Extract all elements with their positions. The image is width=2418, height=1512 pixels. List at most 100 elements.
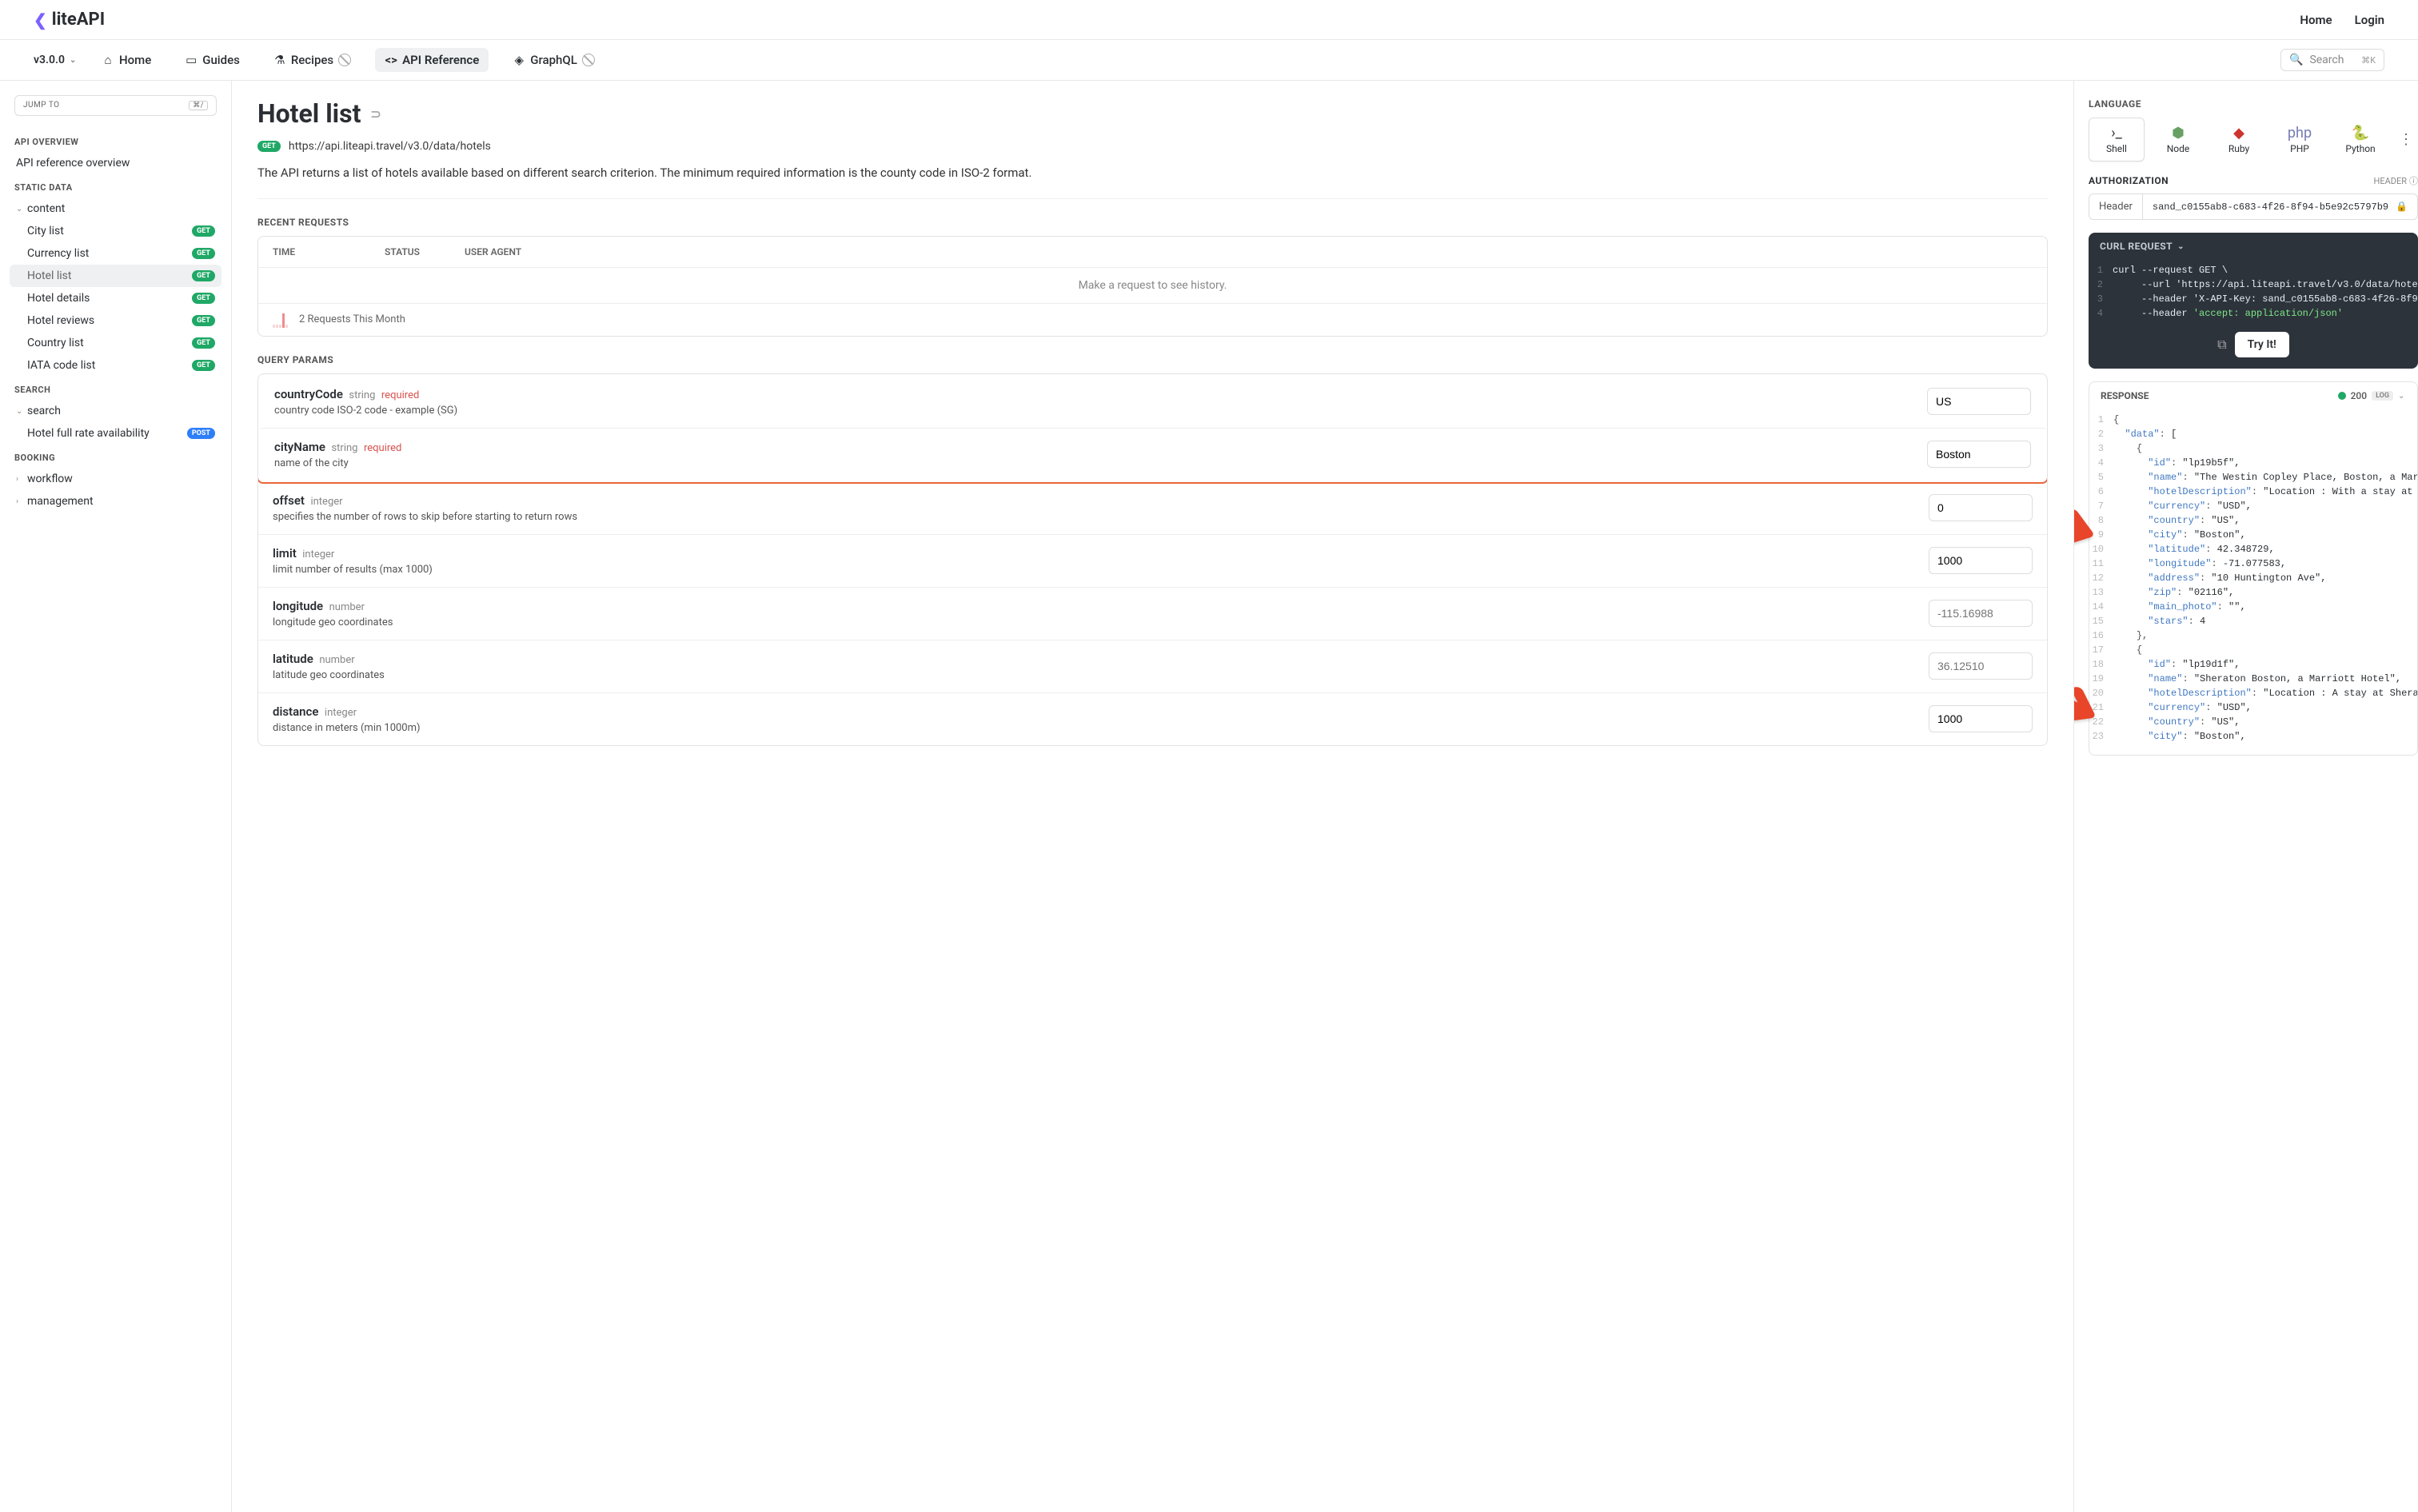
nav-recipes[interactable]: ⚗ Recipes xyxy=(264,48,361,72)
curl-title: CURL REQUEST xyxy=(2100,241,2173,252)
param-input-limit[interactable] xyxy=(1929,547,2033,574)
search-icon: 🔍 xyxy=(2289,54,2303,66)
ruby-icon: ◆ xyxy=(2215,125,2263,142)
param-input-countryCode[interactable] xyxy=(1927,388,2031,415)
sidebar-group-content[interactable]: ⌄ content xyxy=(10,197,221,220)
param-desc: specifies the number of rows to skip bef… xyxy=(273,511,1913,523)
sidebar-group-search[interactable]: ⌄ search xyxy=(10,400,221,422)
sidebar-item-api-overview[interactable]: API reference overview xyxy=(10,152,221,174)
page-title: Hotel list xyxy=(257,98,361,129)
search-input[interactable]: 🔍 Search ⌘K xyxy=(2280,49,2384,71)
endpoint-url: https://api.liteapi.travel/v3.0/data/hot… xyxy=(289,140,491,153)
method-badge: POST xyxy=(187,428,215,439)
nav-api-reference[interactable]: <> API Reference xyxy=(375,48,489,72)
lang-tab-shell[interactable]: ›_Shell xyxy=(2089,118,2145,162)
sidebar-item[interactable]: Country listGET xyxy=(10,332,221,354)
param-type: string xyxy=(349,389,375,401)
sidebar-group-management[interactable]: › management xyxy=(10,490,221,513)
param-row: limit integer limit number of results (m… xyxy=(258,535,2047,588)
try-it-button[interactable]: Try It! xyxy=(2235,332,2289,357)
disabled-icon xyxy=(582,54,595,66)
chevron-down-icon[interactable]: ⌄ xyxy=(2177,242,2185,251)
status-pill[interactable]: 200 LOG ⌄ xyxy=(2338,390,2406,401)
header-link[interactable]: HEADER ⓘ xyxy=(2373,174,2418,187)
param-row: cityName string required name of the cit… xyxy=(260,429,2045,481)
code-icon: <> xyxy=(385,54,397,66)
tag-icon[interactable]: ⊃ xyxy=(370,106,381,122)
param-input-latitude[interactable] xyxy=(1929,652,2033,680)
param-desc: limit number of results (max 1000) xyxy=(273,564,1913,576)
main-content: Hotel list ⊃ GET https://api.liteapi.tra… xyxy=(232,81,2074,1512)
param-type: integer xyxy=(302,549,334,561)
method-badge: GET xyxy=(257,141,281,152)
param-row: offset integer specifies the number of r… xyxy=(258,482,2047,535)
copy-icon[interactable]: ⧉ xyxy=(2217,337,2226,353)
book-icon: ▭ xyxy=(185,54,198,66)
requests-count: 2 Requests This Month xyxy=(299,313,405,325)
logo-icon: ❮ xyxy=(34,10,47,30)
section-search: SEARCH xyxy=(10,377,221,400)
shell-icon: ›_ xyxy=(2093,125,2141,142)
python-icon: 🐍 xyxy=(2336,125,2384,142)
sidebar-item[interactable]: City listGET xyxy=(10,220,221,242)
method-badge: GET xyxy=(192,293,215,304)
sidebar-item[interactable]: IATA code listGET xyxy=(10,354,221,377)
version-selector[interactable]: v3.0.0 ⌄ xyxy=(34,54,78,66)
lang-tab-python[interactable]: 🐍Python xyxy=(2333,118,2388,161)
param-name: latitude xyxy=(273,652,313,666)
param-desc: longitude geo coordinates xyxy=(273,616,1913,628)
lang-tab-node[interactable]: ⬢Node xyxy=(2151,118,2205,161)
method-badge: GET xyxy=(192,225,215,237)
param-type: number xyxy=(329,601,365,613)
home-icon: ⌂ xyxy=(102,54,114,66)
param-name: distance xyxy=(273,704,318,719)
lang-tab-ruby[interactable]: ◆Ruby xyxy=(2212,118,2266,161)
sidebar-item[interactable]: Hotel full rate availabilityPOST xyxy=(10,422,221,445)
language-title: LANGUAGE xyxy=(2089,98,2418,110)
param-input-cityName[interactable] xyxy=(1927,441,2031,468)
param-desc: distance in meters (min 1000m) xyxy=(273,722,1913,734)
method-badge: GET xyxy=(192,248,215,259)
sidebar-item[interactable]: Hotel reviewsGET xyxy=(10,309,221,332)
section-static-data: STATIC DATA xyxy=(10,174,221,197)
nav-guides[interactable]: ▭ Guides xyxy=(175,48,249,72)
recent-empty-message: Make a request to see history. xyxy=(258,268,2047,304)
param-desc: country code ISO-2 code - example (SG) xyxy=(274,405,1911,417)
param-required: required xyxy=(381,389,419,401)
nav-home[interactable]: ⌂ Home xyxy=(92,48,161,72)
param-input-offset[interactable] xyxy=(1929,494,2033,521)
top-home-link[interactable]: Home xyxy=(2300,13,2332,27)
logo[interactable]: ❮ liteAPI xyxy=(34,10,105,30)
auth-value[interactable]: sand_c0155ab8-c683-4f26-8f94-b5e92c5797b… xyxy=(2153,201,2388,213)
recent-requests: TIME STATUS USER AGENT Make a request to… xyxy=(257,236,2048,337)
endpoint-description: The API returns a list of hotels availab… xyxy=(257,164,2048,199)
more-icon[interactable]: ⋮ xyxy=(2394,131,2418,148)
recent-requests-title: RECENT REQUESTS xyxy=(257,217,2048,228)
param-row: latitude number latitude geo coordinates xyxy=(258,640,2047,693)
param-type: integer xyxy=(325,707,357,719)
sidebar-item[interactable]: Hotel listGET xyxy=(10,265,221,287)
response-title: RESPONSE xyxy=(2101,390,2149,401)
param-name: longitude xyxy=(273,599,323,613)
nav-graphql[interactable]: ◈ GraphQL xyxy=(503,48,604,72)
query-params-title: QUERY PARAMS xyxy=(257,354,2048,365)
param-desc: latitude geo coordinates xyxy=(273,669,1913,681)
param-input-distance[interactable] xyxy=(1929,705,2033,732)
php-icon: php xyxy=(2276,125,2324,142)
jump-to-input[interactable]: JUMP TO ⌘/ xyxy=(14,95,217,116)
param-name: cityName xyxy=(274,440,325,454)
authorization-title: AUTHORIZATION xyxy=(2089,175,2169,186)
sidebar-group-workflow[interactable]: › workflow xyxy=(10,468,221,490)
param-type: number xyxy=(319,654,354,666)
method-badge: GET xyxy=(192,337,215,349)
sidebar-item[interactable]: Currency listGET xyxy=(10,242,221,265)
chevron-down-icon: ⌄ xyxy=(16,407,24,416)
curl-request-block: CURL REQUEST ⌄ 1curl --request GET \2 --… xyxy=(2089,233,2418,369)
param-input-longitude[interactable] xyxy=(1929,600,2033,627)
top-login-link[interactable]: Login xyxy=(2355,13,2384,27)
sidebar: JUMP TO ⌘/ API OVERVIEW API reference ov… xyxy=(0,81,232,1512)
param-type: integer xyxy=(310,496,342,508)
sidebar-item[interactable]: Hotel detailsGET xyxy=(10,287,221,309)
version-label: v3.0.0 xyxy=(34,54,65,66)
lang-tab-php[interactable]: phpPHP xyxy=(2272,118,2327,161)
